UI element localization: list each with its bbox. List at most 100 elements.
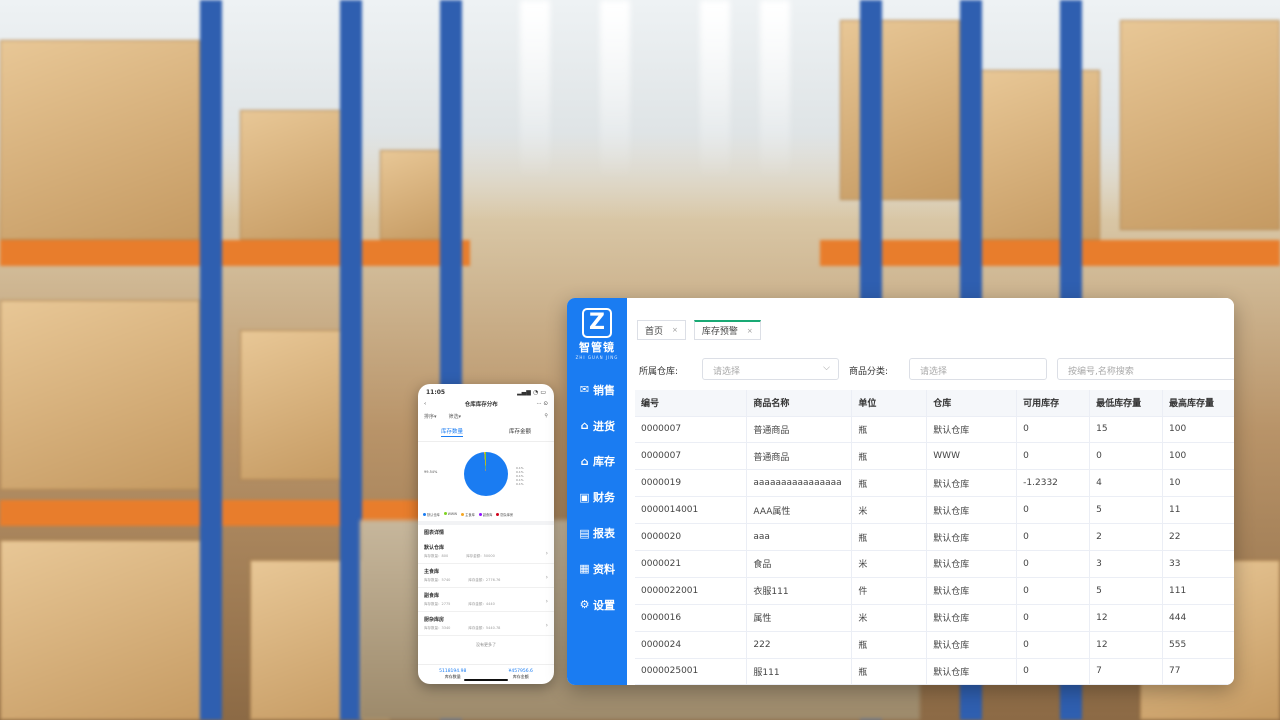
chevron-down-icon: ⌵: [823, 363, 830, 373]
chevron-right-icon: ›: [545, 622, 548, 629]
phone-status-bar: 11:05 ▂▄▆ ◔ ▭: [418, 384, 554, 398]
column-header[interactable]: 最低库存量: [1089, 390, 1164, 417]
more-icon[interactable]: ··· ⊙: [536, 401, 548, 407]
sidebar-item-3[interactable]: ▣ 财务: [567, 479, 627, 515]
table-cell: 12: [1089, 604, 1164, 632]
table-row[interactable]: 0000021 食品米默认仓库 0 3 33: [635, 550, 1234, 578]
table-cell: 米: [851, 550, 928, 578]
table-cell: 0: [1016, 416, 1091, 444]
table-cell: 默认仓库: [926, 577, 1018, 605]
table-cell: 默认仓库: [926, 416, 1018, 444]
ceiling-light: [520, 0, 550, 180]
pie-legend: 默认仓库 WWW 主食库 副食库 厨杂库房: [418, 512, 554, 517]
sidebar-item-1[interactable]: ⌂ 进货: [567, 408, 627, 444]
table-row[interactable]: 0000025001 服111 瓶默认仓库 0 7 77: [635, 658, 1234, 685]
legend-item: WWW: [443, 512, 457, 517]
desktop-app-window: Z 智管镜 ZHI GUAN JING ✉ 销售 ⌂ 进货 ⌂ 库存 ▣ 财务 ▤ 报表 ▦ 资料 ⚙ 设…: [567, 298, 1234, 685]
search-input[interactable]: 按编号,名称搜索: [1057, 358, 1234, 380]
legend-label: 副食库: [482, 513, 493, 517]
column-header[interactable]: 仓库: [926, 390, 1018, 417]
close-icon[interactable]: ×: [672, 326, 678, 334]
tab-0[interactable]: 首页 ×: [637, 320, 686, 340]
table-cell: 0: [1016, 496, 1091, 525]
table-cell: 普通商品: [746, 442, 853, 471]
table-cell: 0: [1016, 442, 1091, 471]
table-row[interactable]: 0000007 普通商品瓶 WWW 0 0 100: [635, 442, 1234, 471]
table-row[interactable]: 0000016 属性米默认仓库 0 12 444: [635, 604, 1234, 632]
warehouse-name: 副食库: [424, 593, 440, 599]
legend-item: 主食库: [461, 512, 475, 517]
column-header[interactable]: 商品名称: [746, 390, 853, 417]
table-cell: 米: [851, 496, 928, 525]
table-cell: 100: [1162, 442, 1234, 471]
screen-filter[interactable]: 筛选▾: [449, 413, 462, 420]
table-cell: 0: [1016, 577, 1091, 605]
legend-dot: [443, 512, 447, 515]
table-row[interactable]: 0000022001 衣服111 件默认仓库 0 5 111: [635, 577, 1234, 605]
list-item[interactable]: 默认仓库 库存数量：800 库存金额：50000 ›: [418, 540, 554, 564]
column-header[interactable]: 最高库存量: [1162, 390, 1234, 417]
summary-amount-label: 库存金额: [512, 674, 529, 679]
table-cell: 22: [1162, 523, 1234, 551]
table-cell: 0000022001: [635, 577, 748, 605]
warehouse-stats: 库存数量：3340 库存金额：5440.78: [424, 626, 548, 631]
back-icon[interactable]: ‹: [424, 401, 426, 407]
phone-nav-bar: ‹ 仓库库存分布 ··· ⊙: [418, 398, 554, 410]
table-cell: 0: [1016, 550, 1091, 578]
table-cell: 默认仓库: [926, 496, 1018, 525]
sidebar-item-4[interactable]: ▤ 报表: [567, 515, 627, 551]
table-row[interactable]: 0000007 普通商品瓶默认仓库 0 15 100: [635, 416, 1234, 444]
list-item[interactable]: 副食库 库存数量：2775 库存金额：4440 ›: [418, 588, 554, 612]
warehouse-filter-label: 所属仓库:: [639, 367, 679, 377]
sidebar-item-0[interactable]: ✉ 销售: [567, 372, 627, 408]
table-row[interactable]: 0000019 aaaaaaaaaaaaaaaa 瓶默认仓库 -1.2332 4 10: [635, 469, 1234, 498]
ceiling-light: [600, 0, 630, 180]
sidebar-item-2[interactable]: ⌂ 库存: [567, 444, 627, 480]
table-row[interactable]: 0000014001 AAA属性米默认仓库 0 5 11: [635, 496, 1234, 525]
sort-filter[interactable]: 排序▾: [424, 413, 437, 420]
no-more-text: 没有更多了: [476, 642, 496, 647]
warehouse-select[interactable]: 请选择 ⌵: [702, 358, 839, 380]
warehouse-stats: 库存数量：5740 库存金额：2776.76: [424, 578, 548, 583]
table-cell: 默认仓库: [926, 631, 1018, 659]
table-cell: 3: [1089, 550, 1164, 578]
pie-chart: 99.54% 0.1% 0.1% 0.1% 0.1% 0.1%: [418, 442, 554, 512]
mail-icon: ✉: [579, 383, 590, 397]
table-cell: 222: [746, 631, 853, 659]
category-select[interactable]: 请选择: [909, 358, 1047, 380]
home-indicator: [464, 679, 508, 681]
tab-1[interactable]: 库存预警 ×: [693, 320, 761, 340]
table-cell: 2: [1089, 523, 1164, 551]
logo-mark: Z: [582, 308, 612, 338]
sidebar-item-5[interactable]: ▦ 资料: [567, 551, 627, 587]
column-header[interactable]: 单位: [851, 390, 928, 417]
table-row[interactable]: 0000020 aaa 瓶默认仓库 0 2 22: [635, 523, 1234, 551]
summary-amount: ¥457956.6 库存金额: [509, 669, 533, 680]
column-header[interactable]: 编号: [635, 390, 748, 417]
tab-stock-amount[interactable]: 库存金额: [509, 427, 531, 437]
list-item[interactable]: 厨杂库房 库存数量：3340 库存金额：5440.78 ›: [418, 612, 554, 636]
table-row[interactable]: 0000024 222 瓶默认仓库 0 12 555: [635, 631, 1234, 659]
search-icon[interactable]: ⚲: [544, 413, 548, 420]
table-cell: 10: [1162, 469, 1234, 498]
pie-slice-label: 0.1%: [516, 482, 524, 486]
pie-main-label: 99.54%: [424, 470, 438, 474]
table-cell: 衣服111: [746, 577, 853, 605]
sidebar-item-label: 资料: [593, 562, 615, 576]
sidebar-item-6[interactable]: ⚙ 设置: [567, 587, 627, 623]
table-cell: 瓶: [851, 658, 928, 685]
table-cell: aaaaaaaaaaaaaaaa: [746, 469, 853, 498]
column-header[interactable]: 可用库存: [1016, 390, 1091, 417]
table-cell: 默认仓库: [926, 604, 1018, 632]
category-filter-label: 商品分类:: [849, 367, 889, 377]
table-cell: 11: [1162, 496, 1234, 525]
finance-icon: ▣: [579, 490, 590, 504]
list-item[interactable]: 主食库 库存数量：5740 库存金额：2776.76 ›: [418, 564, 554, 588]
stock-qty: 库存数量：800: [424, 554, 449, 558]
stock-qty: 库存数量：2775: [424, 602, 451, 606]
close-icon[interactable]: ×: [747, 327, 753, 335]
tab-stock-qty[interactable]: 库存数量: [440, 427, 463, 437]
table-cell: 5: [1089, 577, 1164, 605]
table-cell: 默认仓库: [926, 469, 1018, 498]
stock-amount: 库存金额：5440.78: [468, 626, 501, 630]
